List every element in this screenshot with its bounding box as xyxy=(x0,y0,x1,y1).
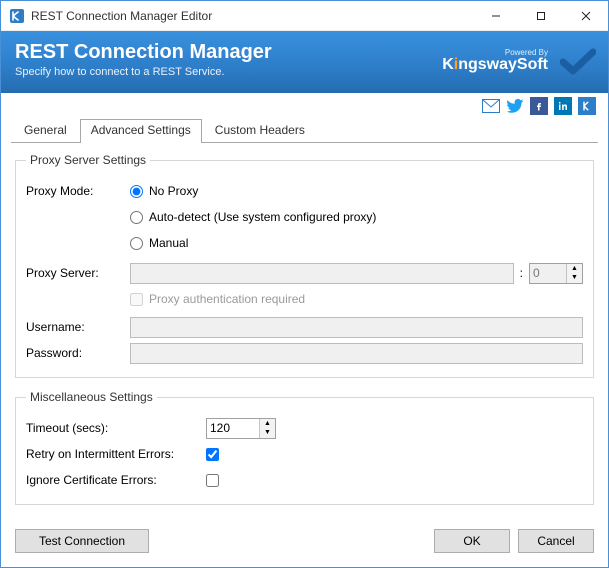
proxy-port-input[interactable] xyxy=(530,264,566,283)
proxy-port-spinner[interactable]: ▲▼ xyxy=(529,263,583,284)
proxy-password-input[interactable] xyxy=(130,343,583,364)
proxy-mode-none[interactable]: No Proxy xyxy=(130,184,198,198)
header-title: REST Connection Manager xyxy=(15,41,272,64)
proxy-auth-checkbox[interactable] xyxy=(130,293,143,306)
proxy-mode-none-radio[interactable] xyxy=(130,185,143,198)
minimize-button[interactable] xyxy=(473,1,518,31)
proxy-username-input[interactable] xyxy=(130,317,583,338)
close-button[interactable] xyxy=(563,1,608,31)
twitter-icon[interactable] xyxy=(506,97,524,115)
proxy-server-label: Proxy Server: xyxy=(26,266,130,280)
proxy-password-label: Password: xyxy=(26,346,130,360)
tab-content: Proxy Server Settings Proxy Mode: No Pro… xyxy=(1,143,608,505)
spinner-down-icon[interactable]: ▼ xyxy=(567,273,582,283)
spinner-up-icon[interactable]: ▲ xyxy=(567,264,582,274)
spinner-down-icon[interactable]: ▼ xyxy=(260,428,275,438)
retry-checkbox[interactable] xyxy=(206,448,219,461)
brand-logo: Powered By KingswaySoft xyxy=(442,49,548,73)
header-subtitle: Specify how to connect to a REST Service… xyxy=(15,66,272,78)
maximize-button[interactable] xyxy=(518,1,563,31)
title-bar: REST Connection Manager Editor xyxy=(1,1,608,31)
proxy-mode-auto[interactable]: Auto-detect (Use system configured proxy… xyxy=(130,210,376,224)
check-icon xyxy=(560,47,596,77)
tab-row: General Advanced Settings Custom Headers xyxy=(1,119,608,143)
cancel-button[interactable]: Cancel xyxy=(518,529,594,553)
spinner-up-icon[interactable]: ▲ xyxy=(260,419,275,429)
proxy-mode-label: Proxy Mode: xyxy=(26,184,130,198)
ok-button[interactable]: OK xyxy=(434,529,510,553)
tab-advanced-settings[interactable]: Advanced Settings xyxy=(80,119,202,143)
proxy-mode-manual-radio[interactable] xyxy=(130,237,143,250)
proxy-mode-auto-radio[interactable] xyxy=(130,211,143,224)
proxy-settings-legend: Proxy Server Settings xyxy=(26,153,150,167)
window-title: REST Connection Manager Editor xyxy=(31,9,473,23)
facebook-icon[interactable] xyxy=(530,97,548,115)
timeout-label: Timeout (secs): xyxy=(26,421,206,435)
proxy-auth-toggle[interactable]: Proxy authentication required xyxy=(130,292,305,306)
test-connection-button[interactable]: Test Connection xyxy=(15,529,149,553)
proxy-port-separator: : xyxy=(514,266,529,280)
ignore-cert-label: Ignore Certificate Errors: xyxy=(26,473,206,487)
proxy-server-input[interactable] xyxy=(130,263,514,284)
proxy-mode-manual[interactable]: Manual xyxy=(130,236,188,250)
misc-settings-legend: Miscellaneous Settings xyxy=(26,390,157,404)
tab-custom-headers[interactable]: Custom Headers xyxy=(204,119,316,143)
header-banner: REST Connection Manager Specify how to c… xyxy=(1,31,608,93)
timeout-input[interactable] xyxy=(207,419,259,438)
misc-settings-group: Miscellaneous Settings Timeout (secs): ▲… xyxy=(15,390,594,505)
window-controls xyxy=(473,1,608,31)
social-row xyxy=(1,93,608,119)
proxy-settings-group: Proxy Server Settings Proxy Mode: No Pro… xyxy=(15,153,594,378)
tab-general[interactable]: General xyxy=(13,119,78,143)
brand-k-icon[interactable] xyxy=(578,97,596,115)
brand-text: Powered By KingswaySoft xyxy=(442,49,548,73)
linkedin-icon[interactable] xyxy=(554,97,572,115)
timeout-spinner[interactable]: ▲▼ xyxy=(206,418,276,439)
ignore-cert-checkbox[interactable] xyxy=(206,474,219,487)
retry-label: Retry on Intermittent Errors: xyxy=(26,447,206,461)
email-icon[interactable] xyxy=(482,97,500,115)
button-bar: Test Connection OK Cancel xyxy=(1,529,608,553)
app-icon xyxy=(9,8,25,24)
proxy-username-label: Username: xyxy=(26,320,130,334)
